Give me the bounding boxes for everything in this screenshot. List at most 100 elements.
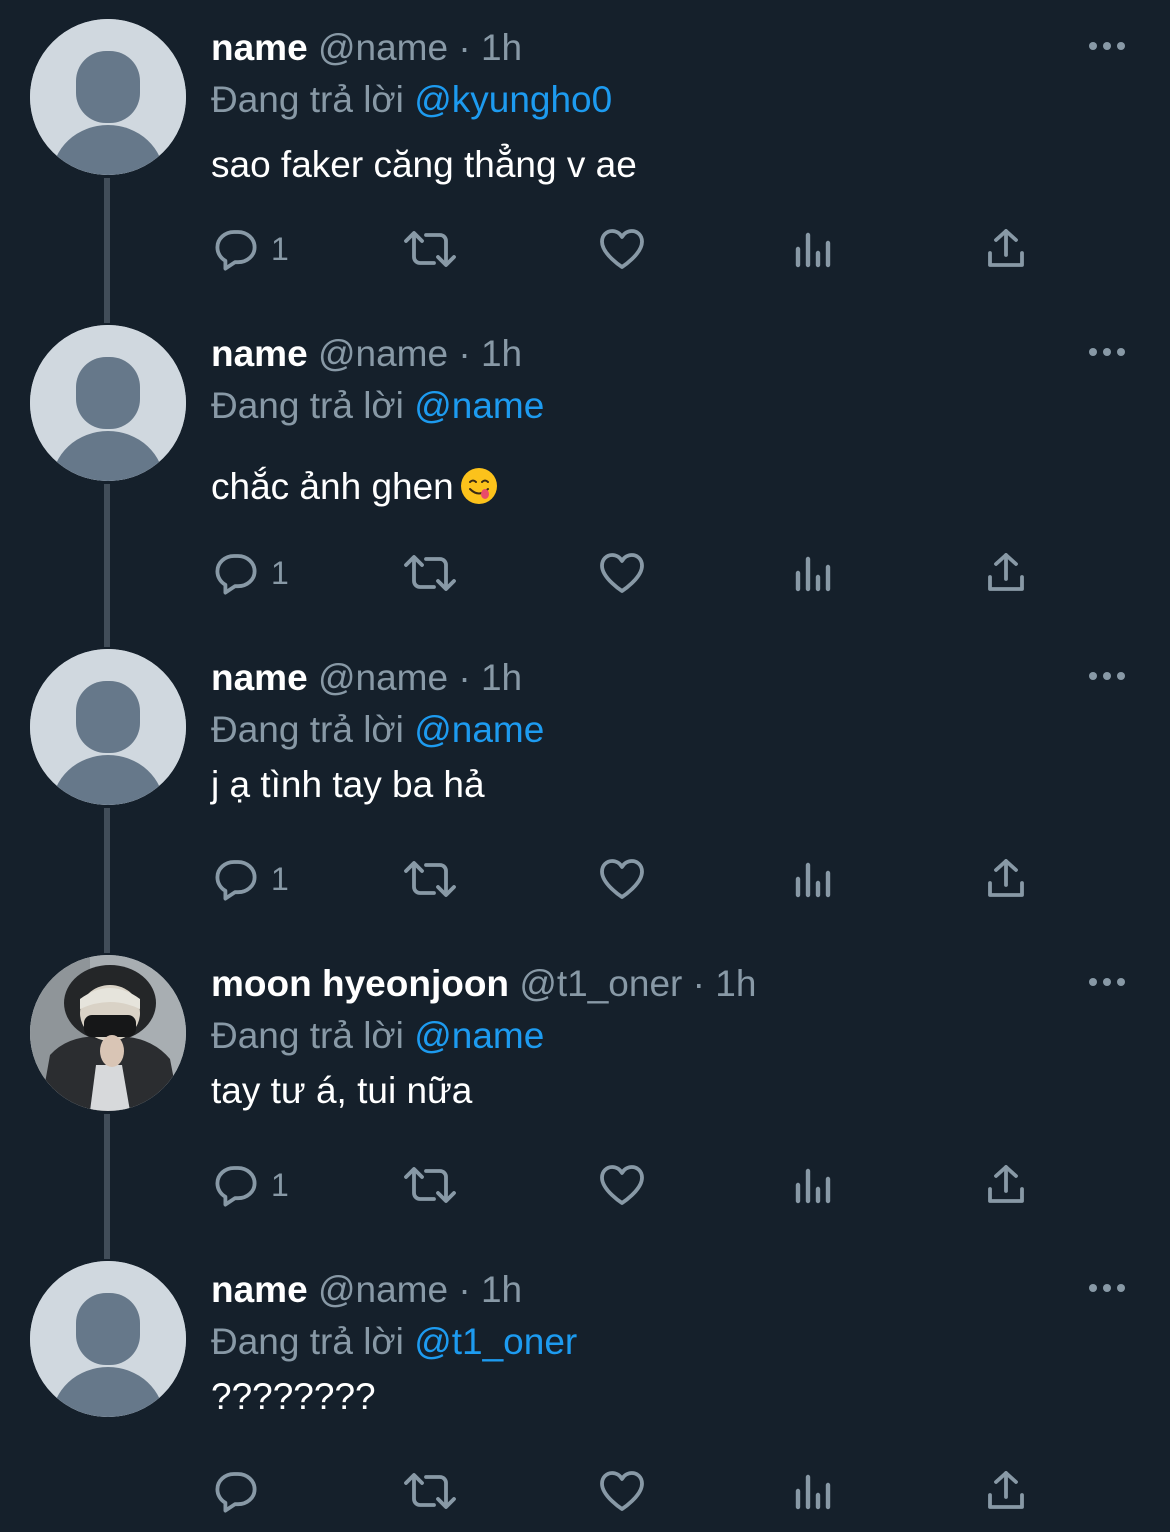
heart-button[interactable] xyxy=(597,849,647,909)
tweet-actions: 1 xyxy=(0,1155,1170,1215)
tweet[interactable]: name @name · 1h Đang trả lời @name chắc ản… xyxy=(0,306,1170,647)
display-name[interactable]: moon hyeonjoon xyxy=(211,963,509,1004)
user-handle[interactable]: @name xyxy=(318,27,448,68)
mention-link[interactable]: @t1_oner xyxy=(414,1321,577,1362)
user-handle[interactable]: @name xyxy=(318,1269,448,1310)
reply-button[interactable]: 1 xyxy=(213,543,289,603)
analytics-button[interactable] xyxy=(792,1461,836,1521)
tweet-header: name @name · 1h xyxy=(211,26,522,70)
reply-button[interactable]: 1 xyxy=(213,219,289,279)
mention-link[interactable]: @name xyxy=(414,709,544,750)
more-icon[interactable] xyxy=(1085,36,1129,56)
retweet-icon xyxy=(400,1467,460,1515)
tweet-text-content: sao faker căng thẳng v ae xyxy=(211,144,637,185)
display-name[interactable]: name xyxy=(211,333,308,374)
user-handle[interactable]: @t1_oner xyxy=(519,963,682,1004)
tweet-text: ???????? xyxy=(211,1374,376,1420)
retweet-button[interactable] xyxy=(400,543,460,603)
mention-link[interactable]: @kyungho0 xyxy=(414,79,612,120)
reply-thread: name @name · 1h Đang trả lời @kyungho0 sao… xyxy=(0,0,1170,1532)
timestamp[interactable]: 1h xyxy=(715,963,756,1004)
tweet-text-content: j ạ tình tay ba hả xyxy=(211,764,485,805)
replying-to-label: Đang trả lời xyxy=(211,79,404,120)
heart-icon xyxy=(597,855,647,903)
avatar[interactable] xyxy=(30,325,186,481)
tweet-text: j ạ tình tay ba hả xyxy=(211,762,485,808)
share-icon xyxy=(982,1467,1030,1515)
analytics-button[interactable] xyxy=(792,1155,836,1215)
separator-dot: · xyxy=(458,27,471,68)
tweet[interactable]: name @name · 1h Đang trả lời @t1_oner????… xyxy=(0,1242,1170,1532)
user-handle[interactable]: @name xyxy=(318,657,448,698)
tweet-text: sao faker căng thẳng v ae xyxy=(211,142,637,188)
more-icon[interactable] xyxy=(1085,972,1129,992)
more-icon[interactable] xyxy=(1085,666,1129,686)
heart-icon xyxy=(597,1467,647,1515)
user-handle[interactable]: @name xyxy=(318,333,448,374)
reply-button[interactable] xyxy=(213,1461,271,1521)
retweet-icon xyxy=(400,1161,460,1209)
tweet[interactable]: moon hyeonjoon @t1_oner · 1h Đang trả lời… xyxy=(0,936,1170,1259)
replying-to-label: Đang trả lời xyxy=(211,385,404,426)
tweet-header: name @name · 1h xyxy=(211,656,522,700)
separator-dot: · xyxy=(458,333,471,374)
retweet-button[interactable] xyxy=(400,1155,460,1215)
tweet-text-content: ???????? xyxy=(211,1376,376,1417)
replying-to: Đang trả lời @name xyxy=(211,384,544,428)
separator-dot: · xyxy=(458,1269,471,1310)
retweet-button[interactable] xyxy=(400,219,460,279)
analytics-button[interactable] xyxy=(792,543,836,603)
reply-button[interactable]: 1 xyxy=(213,849,289,909)
avatar[interactable] xyxy=(30,19,186,175)
avatar[interactable] xyxy=(30,649,186,805)
replying-to-label: Đang trả lời xyxy=(211,1321,404,1362)
retweet-button[interactable] xyxy=(400,1461,460,1521)
mention-link[interactable]: @name xyxy=(414,1015,544,1056)
more-icon[interactable] xyxy=(1085,1278,1129,1298)
timestamp[interactable]: 1h xyxy=(481,1269,522,1310)
reply-icon xyxy=(213,549,261,597)
replying-to: Đang trả lời @t1_oner xyxy=(211,1320,577,1364)
share-button[interactable] xyxy=(982,1155,1030,1215)
timestamp[interactable]: 1h xyxy=(481,333,522,374)
face-savoring-food-emoji-icon xyxy=(460,467,498,505)
tweet-header: moon hyeonjoon @t1_oner · 1h xyxy=(211,962,756,1006)
mention-link[interactable]: @name xyxy=(414,385,544,426)
display-name[interactable]: name xyxy=(211,657,308,698)
heart-button[interactable] xyxy=(597,1461,647,1521)
separator-dot: · xyxy=(692,963,705,1004)
tweet[interactable]: name @name · 1h Đang trả lời @kyungho0 sao… xyxy=(0,0,1170,323)
retweet-icon xyxy=(400,855,460,903)
replying-to: Đang trả lời @kyungho0 xyxy=(211,78,612,122)
share-button[interactable] xyxy=(982,543,1030,603)
timestamp[interactable]: 1h xyxy=(481,657,522,698)
display-name[interactable]: name xyxy=(211,27,308,68)
tweet-text-content: chắc ảnh ghen xyxy=(211,466,454,507)
heart-button[interactable] xyxy=(597,543,647,603)
reply-count: 1 xyxy=(271,1167,289,1203)
share-button[interactable] xyxy=(982,219,1030,279)
tweet-text-content: tay tư á, tui nữa xyxy=(211,1070,473,1111)
reply-icon xyxy=(213,225,261,273)
avatar[interactable] xyxy=(30,1261,186,1417)
reply-icon xyxy=(213,1467,261,1515)
heart-button[interactable] xyxy=(597,1155,647,1215)
heart-icon xyxy=(597,225,647,273)
retweet-icon xyxy=(400,549,460,597)
timestamp[interactable]: 1h xyxy=(481,27,522,68)
share-button[interactable] xyxy=(982,849,1030,909)
share-button[interactable] xyxy=(982,1461,1030,1521)
analytics-button[interactable] xyxy=(792,219,836,279)
avatar[interactable] xyxy=(30,955,186,1111)
analytics-icon xyxy=(792,225,836,273)
analytics-icon xyxy=(792,1161,836,1209)
analytics-button[interactable] xyxy=(792,849,836,909)
share-icon xyxy=(982,549,1030,597)
more-icon[interactable] xyxy=(1085,342,1129,362)
tweet-header: name @name · 1h xyxy=(211,1268,522,1312)
heart-button[interactable] xyxy=(597,219,647,279)
retweet-button[interactable] xyxy=(400,849,460,909)
tweet[interactable]: name @name · 1h Đang trả lời @name j ạ tìn… xyxy=(0,630,1170,953)
display-name[interactable]: name xyxy=(211,1269,308,1310)
reply-button[interactable]: 1 xyxy=(213,1155,289,1215)
